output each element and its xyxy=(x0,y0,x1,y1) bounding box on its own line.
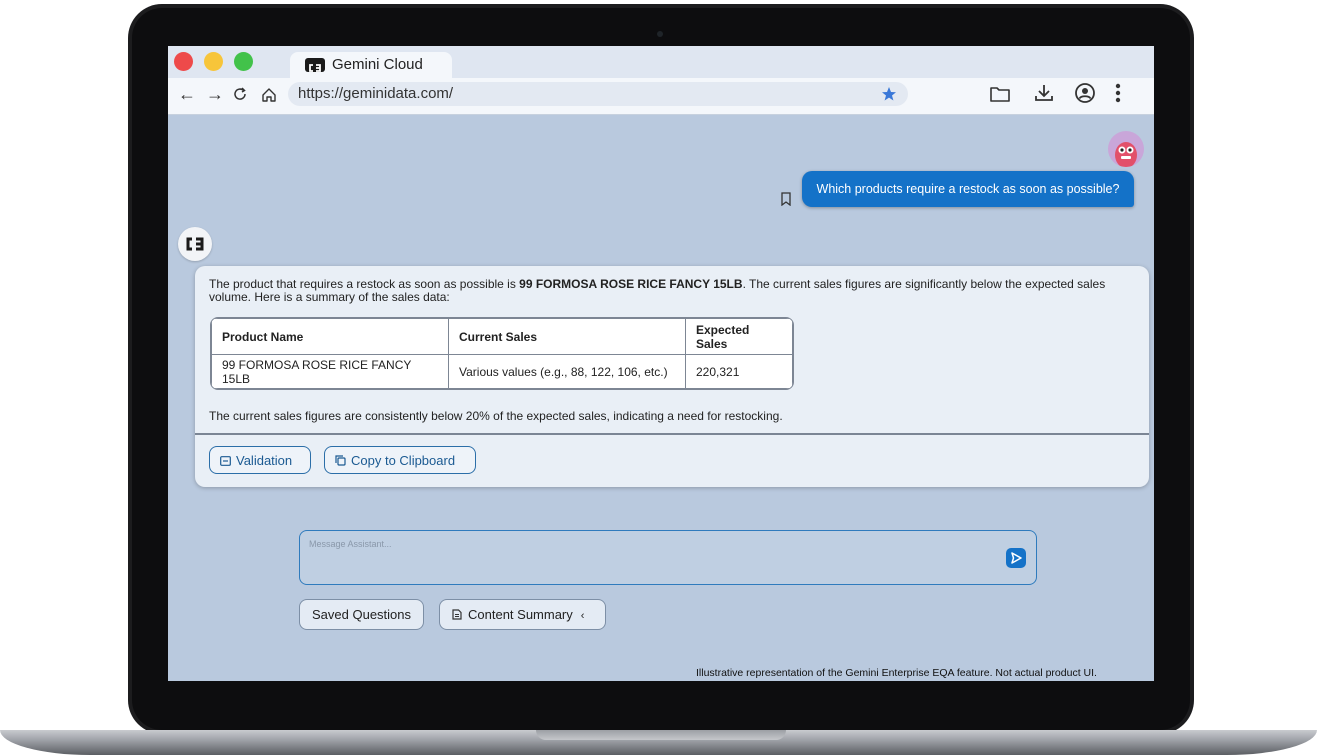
menu-kebab-icon[interactable] xyxy=(1114,82,1122,109)
table-cell: 99 FORMOSA ROSE RICE FANCY 15LB xyxy=(211,354,449,389)
minimize-window-button[interactable] xyxy=(204,52,223,71)
address-bar[interactable]: https://geminidata.com/ xyxy=(288,82,908,106)
maximize-window-button[interactable] xyxy=(234,52,253,71)
table-header: Current Sales xyxy=(448,318,686,355)
browser-chrome: Gemini Cloud ← → https://geminidata.com/ xyxy=(168,46,1154,115)
content-summary-button[interactable]: Content Summary ‹ xyxy=(439,599,606,630)
disclaimer-text: Illustrative representation of the Gemin… xyxy=(696,667,1097,679)
back-arrow-icon[interactable]: ← xyxy=(178,82,196,106)
browser-tab[interactable]: Gemini Cloud xyxy=(290,52,452,78)
laptop-chin xyxy=(168,681,1154,703)
sales-table: Product Name Current Sales Expected Sale… xyxy=(210,317,794,390)
message-input[interactable]: Message Assistant... xyxy=(299,530,1037,585)
close-window-button[interactable] xyxy=(174,52,193,71)
saved-questions-button[interactable]: Saved Questions xyxy=(299,599,424,630)
screen: Gemini Cloud ← → https://geminidata.com/ xyxy=(168,46,1154,681)
table-row: 99 FORMOSA ROSE RICE FANCY 15LB Various … xyxy=(211,354,793,389)
home-icon[interactable] xyxy=(260,86,278,109)
download-icon[interactable] xyxy=(1033,82,1055,109)
url-text: https://geminidata.com/ xyxy=(298,85,454,102)
bookmark-star-icon[interactable] xyxy=(881,86,897,107)
camera xyxy=(657,31,663,37)
product-highlight: 99 FORMOSA ROSE RICE FANCY 15LB xyxy=(519,277,743,291)
validation-button[interactable]: Validation xyxy=(209,446,311,474)
table-header: Product Name xyxy=(211,318,449,355)
send-icon xyxy=(1011,552,1022,564)
bookmark-icon[interactable] xyxy=(780,192,792,211)
user-message-bubble: Which products require a restock as soon… xyxy=(802,171,1134,207)
content-summary-label: Content Summary xyxy=(468,607,573,622)
copy-label: Copy to Clipboard xyxy=(351,453,456,468)
validation-label: Validation xyxy=(236,453,293,468)
validation-icon xyxy=(220,456,231,466)
divider xyxy=(195,433,1149,435)
gemini-logo-icon xyxy=(305,58,325,72)
user-avatar[interactable] xyxy=(1108,131,1144,167)
laptop-notch xyxy=(536,730,786,740)
tab-title: Gemini Cloud xyxy=(332,56,423,73)
forward-arrow-icon[interactable]: → xyxy=(206,82,224,106)
user-message-text: Which products require a restock as soon… xyxy=(816,182,1120,196)
folder-icon[interactable] xyxy=(989,84,1011,109)
message-placeholder: Message Assistant... xyxy=(309,539,392,549)
response-conclusion: The current sales figures are consistent… xyxy=(209,409,783,423)
chevron-left-icon: ‹ xyxy=(580,610,585,622)
reload-icon[interactable] xyxy=(232,86,248,107)
document-icon xyxy=(452,609,462,620)
assistant-logo-icon xyxy=(178,227,212,261)
profile-icon[interactable] xyxy=(1074,82,1096,109)
send-button[interactable] xyxy=(1006,548,1026,568)
copy-icon xyxy=(335,455,346,466)
table-header-row: Product Name Current Sales Expected Sale… xyxy=(211,318,793,355)
table-cell: 220,321 xyxy=(685,354,793,389)
response-intro: The product that requires a restock as s… xyxy=(209,277,1106,304)
saved-questions-label: Saved Questions xyxy=(312,607,412,622)
table-cell: Various values (e.g., 88, 122, 106, etc.… xyxy=(448,354,686,389)
assistant-response-card: The product that requires a restock as s… xyxy=(195,266,1149,487)
table-header: Expected Sales xyxy=(685,318,793,355)
browser-toolbar: ← → https://geminidata.com/ xyxy=(168,78,1154,115)
copy-to-clipboard-button[interactable]: Copy to Clipboard xyxy=(324,446,476,474)
